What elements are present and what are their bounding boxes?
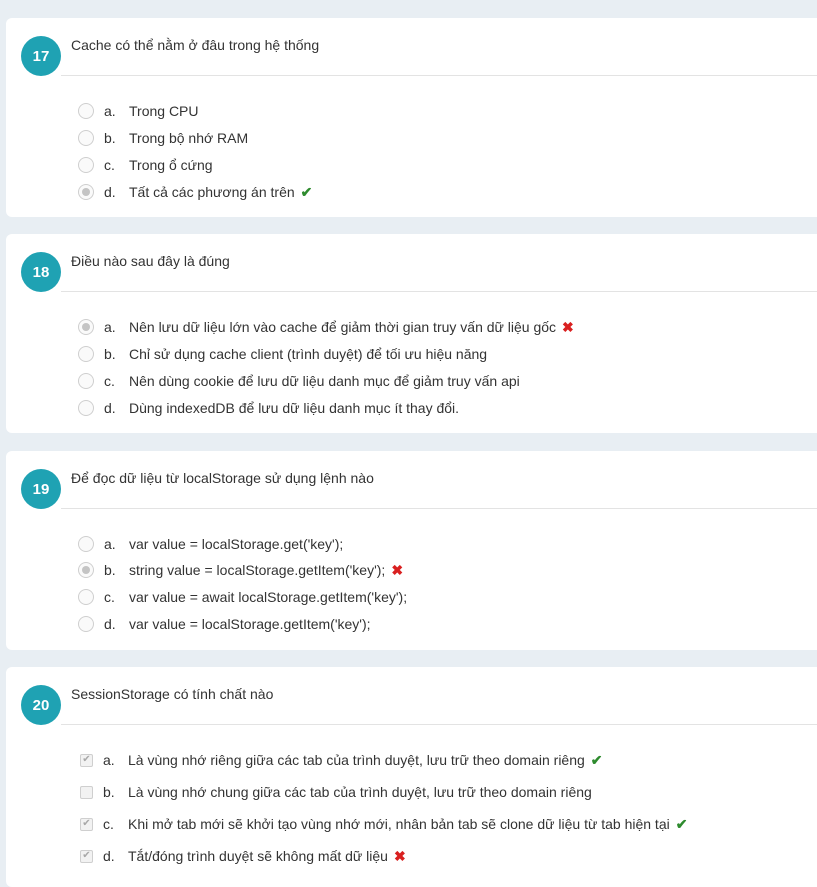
question-number-badge: 17 (21, 36, 61, 76)
option-a[interactable]: a. Nên lưu dữ liệu lớn vào cache để giảm… (78, 316, 574, 338)
option-d[interactable]: d. Tất cả các phương án trên ✔ (78, 181, 312, 203)
checkbox-checked[interactable]: ✔ (80, 849, 93, 863)
option-b[interactable]: b. string value = localStorage.getItem('… (78, 559, 403, 581)
checkbox-checked[interactable]: ✔ (80, 753, 93, 767)
check-icon: ✔ (300, 183, 313, 200)
divider (61, 75, 817, 76)
question-number-badge: 19 (21, 469, 61, 509)
question-card-20: 20 SessionStorage có tính chất nào ✔ a. … (6, 667, 817, 887)
radio-button-selected[interactable] (78, 562, 94, 578)
radio-button[interactable] (78, 157, 94, 173)
question-text: SessionStorage có tính chất nào (71, 686, 274, 702)
option-b[interactable]: b. Trong bộ nhớ RAM (78, 127, 248, 149)
radio-button[interactable] (78, 589, 94, 605)
option-b[interactable]: b. Là vùng nhớ chung giữa các tab của tr… (78, 781, 592, 803)
cross-icon: ✖ (562, 318, 574, 335)
radio-button[interactable] (78, 130, 94, 146)
cross-icon: ✖ (391, 561, 404, 578)
question-card-19: 19 Để đọc dữ liệu từ localStorage sử dụn… (6, 451, 817, 650)
question-card-17: 17 Cache có thể nằm ở đâu trong hệ thống… (6, 18, 817, 217)
question-text: Cache có thể nằm ở đâu trong hệ thống (71, 37, 320, 53)
question-number-badge: 20 (21, 685, 61, 725)
radio-button[interactable] (78, 400, 94, 416)
option-a[interactable]: ✔ a. Là vùng nhớ riêng giữa các tab của … (78, 749, 603, 771)
divider (61, 508, 817, 509)
option-d[interactable]: d. var value = localStorage.getItem('key… (78, 613, 371, 635)
checkbox[interactable] (80, 785, 93, 799)
question-text: Điều nào sau đây là đúng (71, 253, 230, 269)
option-b[interactable]: b. Chỉ sử dụng cache client (trình duyệt… (78, 343, 487, 365)
radio-button[interactable] (78, 616, 94, 632)
radio-button-selected[interactable] (78, 184, 94, 200)
radio-button-selected[interactable] (78, 319, 94, 335)
check-icon: ✔ (675, 815, 688, 832)
option-d[interactable]: d. Dùng indexedDB để lưu dữ liệu danh mụ… (78, 397, 459, 419)
option-a[interactable]: a. Trong CPU (78, 100, 199, 122)
divider (61, 724, 817, 725)
radio-button[interactable] (78, 536, 94, 552)
radio-button[interactable] (78, 103, 94, 119)
option-a[interactable]: a. var value = localStorage.get('key'); (78, 533, 343, 555)
checkbox-checked[interactable]: ✔ (80, 817, 93, 831)
divider (61, 291, 817, 292)
option-c[interactable]: c. Trong ổ cứng (78, 154, 213, 176)
option-c[interactable]: ✔ c. Khi mở tab mới sẽ khởi tạo vùng nhớ… (78, 813, 687, 835)
question-number-badge: 18 (21, 252, 61, 292)
option-c[interactable]: c. Nên dùng cookie để lưu dữ liệu danh m… (78, 370, 520, 392)
radio-button[interactable] (78, 373, 94, 389)
radio-button[interactable] (78, 346, 94, 362)
question-card-18: 18 Điều nào sau đây là đúng a. Nên lưu d… (6, 234, 817, 433)
check-icon: ✔ (590, 751, 603, 768)
option-c[interactable]: c. var value = await localStorage.getIte… (78, 586, 407, 608)
cross-icon: ✖ (393, 847, 406, 864)
question-text: Để đọc dữ liệu từ localStorage sử dụng l… (71, 470, 374, 486)
option-d[interactable]: ✔ d. Tắt/đóng trình duyệt sẽ không mất d… (78, 845, 406, 867)
